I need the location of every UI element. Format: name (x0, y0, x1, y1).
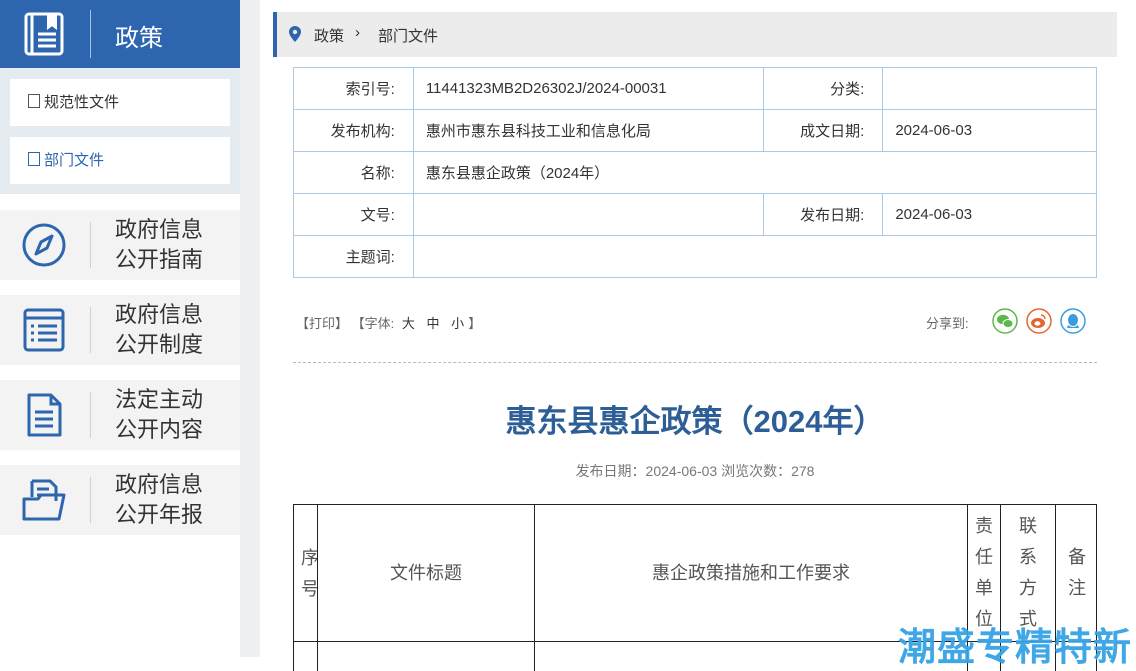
font-small-button[interactable]: 小 (451, 316, 464, 331)
table-header-title: 文件标题 (317, 504, 535, 642)
nav-label: 政府信息 公开年报 (115, 470, 203, 530)
table-row: 索引号: 11441323MB2D26302J/2024-00031 分类: (293, 67, 1097, 110)
table-row: 文号: 发布日期: 2024-06-03 (293, 193, 1097, 236)
compass-icon (22, 223, 66, 267)
breadcrumb-department[interactable]: 部门文件 (378, 25, 438, 46)
nav-line2: 公开年报 (115, 502, 204, 527)
meta-value (412, 193, 764, 236)
location-pin-icon (289, 26, 301, 42)
sidebar-header[interactable]: 政策 (0, 0, 240, 68)
header-text: 序号 (301, 548, 318, 599)
meta-label: 主题词: (293, 235, 414, 278)
share-label: 分享到: (926, 316, 969, 331)
article-title: 惠东县惠企政策（2024年） (505, 404, 885, 439)
meta-value: 11441323MB2D26302J/2024-00031 (412, 67, 764, 110)
nav-content[interactable]: 法定主动 公开内容 (0, 380, 240, 450)
sidebar-item-label: 部门文件 (44, 152, 105, 169)
sidebar: 政策 规范性文件 部门文件 政府信息 公开指南 政府信息 公开制度 法定主动 公开内容 (0, 0, 240, 657)
meta-value: 惠东县惠企政策（2024年） (412, 151, 1098, 194)
weibo-icon[interactable] (1026, 308, 1052, 334)
meta-label: 文号: (293, 193, 414, 236)
folder-icon (22, 479, 66, 521)
doc-icon (28, 152, 40, 166)
meta-label: 发布机构: (293, 109, 414, 152)
meta-value: 惠州市惠东县科技工业和信息化局 (412, 109, 764, 152)
divider-dashed (293, 362, 1097, 363)
font-medium-button[interactable]: 中 (427, 316, 440, 331)
nav-line2: 公开内容 (115, 417, 204, 442)
table-row (317, 641, 535, 671)
print-button[interactable]: 【打印】 (296, 316, 348, 331)
meta-value: 2024-06-03 (882, 109, 1097, 152)
nav-line2: 公开指南 (115, 247, 204, 272)
nav-system[interactable]: 政府信息 公开制度 (0, 295, 240, 365)
sidebar-gutter (240, 0, 260, 657)
meta-value (412, 235, 1098, 278)
font-size-suffix: 】 (468, 316, 482, 331)
meta-label: 名称: (293, 151, 414, 194)
meta-value (882, 67, 1097, 110)
sidebar-item-department[interactable]: 部门文件 (10, 137, 230, 184)
article-tools: 【打印】 【字体: 大 中 小】 (296, 313, 481, 332)
document-icon (27, 393, 62, 437)
breadcrumb-policy[interactable]: 政策 (314, 25, 344, 46)
list-icon (23, 308, 65, 352)
document-meta-table: 索引号: 11441323MB2D26302J/2024-00031 分类: 发… (293, 67, 1098, 278)
meta-label: 成文日期: (762, 109, 884, 152)
sidebar-item-normative[interactable]: 规范性文件 (10, 79, 230, 126)
chevron-right-icon: › (355, 24, 360, 41)
nav-divider (90, 392, 91, 438)
article-publish-info: 发布日期：2024-06-03 浏览次数：278 (575, 463, 815, 479)
meta-label: 分类: (762, 67, 884, 110)
table-row: 名称: 惠东县惠企政策（2024年） (293, 151, 1098, 194)
meta-label: 索引号: (293, 67, 414, 110)
breadcrumb: 政策 › 部门文件 (273, 12, 1117, 57)
font-size-label: 【字体: (351, 316, 395, 331)
sidebar-header-title: 政策 (115, 25, 163, 52)
nav-label: 法定主动 公开内容 (115, 385, 203, 445)
table-row: 发布机构: 惠州市惠东县科技工业和信息化局 成文日期: 2024-06-03 (293, 109, 1097, 152)
sidebar-item-label: 规范性文件 (44, 94, 120, 111)
sidebar-submenu: 规范性文件 部门文件 (0, 68, 240, 194)
nav-divider (90, 222, 91, 268)
doc-icon (28, 94, 40, 108)
nav-label: 政府信息 公开制度 (115, 300, 203, 360)
qq-icon[interactable] (1060, 308, 1086, 334)
nav-line2: 公开制度 (115, 332, 204, 357)
watermark: 潮盛专精特新 (898, 627, 1133, 669)
nav-line1: 政府信息 (115, 217, 204, 242)
meta-value: 2024-06-03 (882, 193, 1097, 236)
nav-report[interactable]: 政府信息 公开年报 (0, 465, 240, 535)
nav-line1: 政府信息 (115, 472, 204, 497)
nav-guide[interactable]: 政府信息 公开指南 (0, 210, 240, 280)
meta-label: 发布日期: (762, 193, 884, 236)
nav-divider (90, 477, 91, 523)
nav-label: 政府信息 公开指南 (115, 215, 203, 275)
nav-line1: 政府信息 (115, 302, 204, 327)
font-large-button[interactable]: 大 (402, 316, 415, 331)
header-text: 备注 (1068, 547, 1086, 598)
table-row (293, 641, 318, 671)
table-row: 主题词: (293, 235, 1098, 278)
book-icon (24, 12, 64, 56)
wechat-icon[interactable] (992, 308, 1018, 334)
table-header-index: 序号 (293, 504, 318, 642)
header-divider (90, 10, 91, 58)
nav-line1: 法定主动 (115, 387, 204, 412)
nav-divider (90, 307, 91, 353)
